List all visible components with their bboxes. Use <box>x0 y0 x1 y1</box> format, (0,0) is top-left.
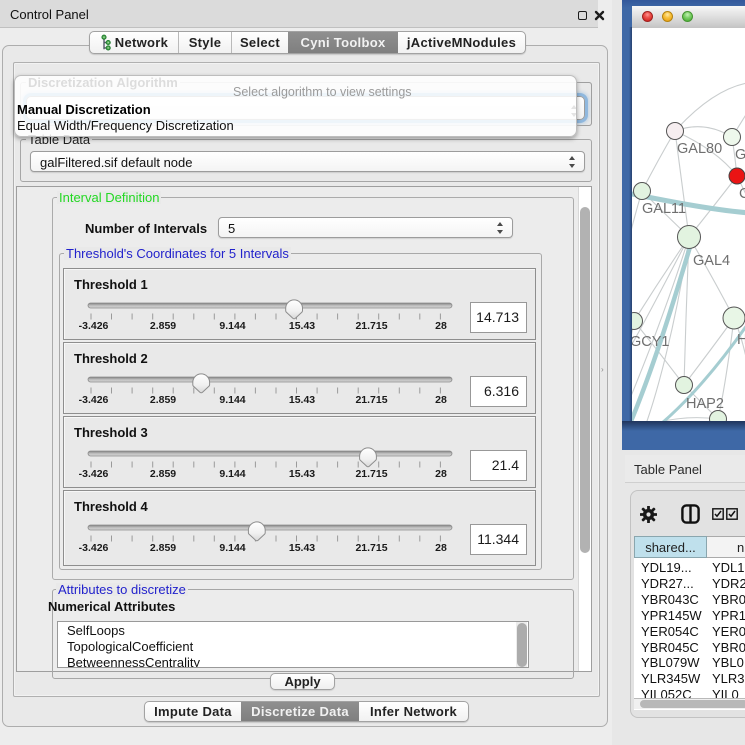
svg-text:28: 28 <box>435 468 447 480</box>
svg-text:21.715: 21.715 <box>355 542 387 554</box>
svg-text:HAP2: HAP2 <box>686 396 724 412</box>
svg-text:21.715: 21.715 <box>355 394 387 406</box>
svg-text:-3.426: -3.426 <box>79 394 109 406</box>
svg-text:15.43: 15.43 <box>289 542 315 554</box>
svg-text:2.859: 2.859 <box>150 320 176 332</box>
svg-text:-3.426: -3.426 <box>79 468 109 480</box>
svg-text:15.43: 15.43 <box>289 394 315 406</box>
svg-text:C: C <box>739 186 745 202</box>
svg-text:GAL11: GAL11 <box>642 201 686 217</box>
svg-text:28: 28 <box>435 542 447 554</box>
svg-text:9.144: 9.144 <box>219 320 245 332</box>
svg-text:28: 28 <box>435 320 447 332</box>
svg-text:28: 28 <box>435 394 447 406</box>
svg-text:15.43: 15.43 <box>289 320 315 332</box>
svg-text:9.144: 9.144 <box>219 468 245 480</box>
svg-text:21.715: 21.715 <box>355 468 387 480</box>
svg-text:2.859: 2.859 <box>150 394 176 406</box>
svg-text:-3.426: -3.426 <box>79 542 109 554</box>
svg-text:9.144: 9.144 <box>219 394 245 406</box>
svg-text:GAL80: GAL80 <box>677 141 722 157</box>
svg-text:21.715: 21.715 <box>355 320 387 332</box>
svg-text:H: H <box>737 332 745 348</box>
svg-text:2.859: 2.859 <box>150 468 176 480</box>
svg-text:G.: G. <box>735 147 745 163</box>
svg-text:-3.426: -3.426 <box>79 320 109 332</box>
svg-text:9.144: 9.144 <box>219 542 245 554</box>
svg-text:GCY1: GCY1 <box>632 334 670 350</box>
svg-text:15.43: 15.43 <box>289 468 315 480</box>
svg-text:2.859: 2.859 <box>150 542 176 554</box>
svg-text:GAL4: GAL4 <box>693 253 730 269</box>
